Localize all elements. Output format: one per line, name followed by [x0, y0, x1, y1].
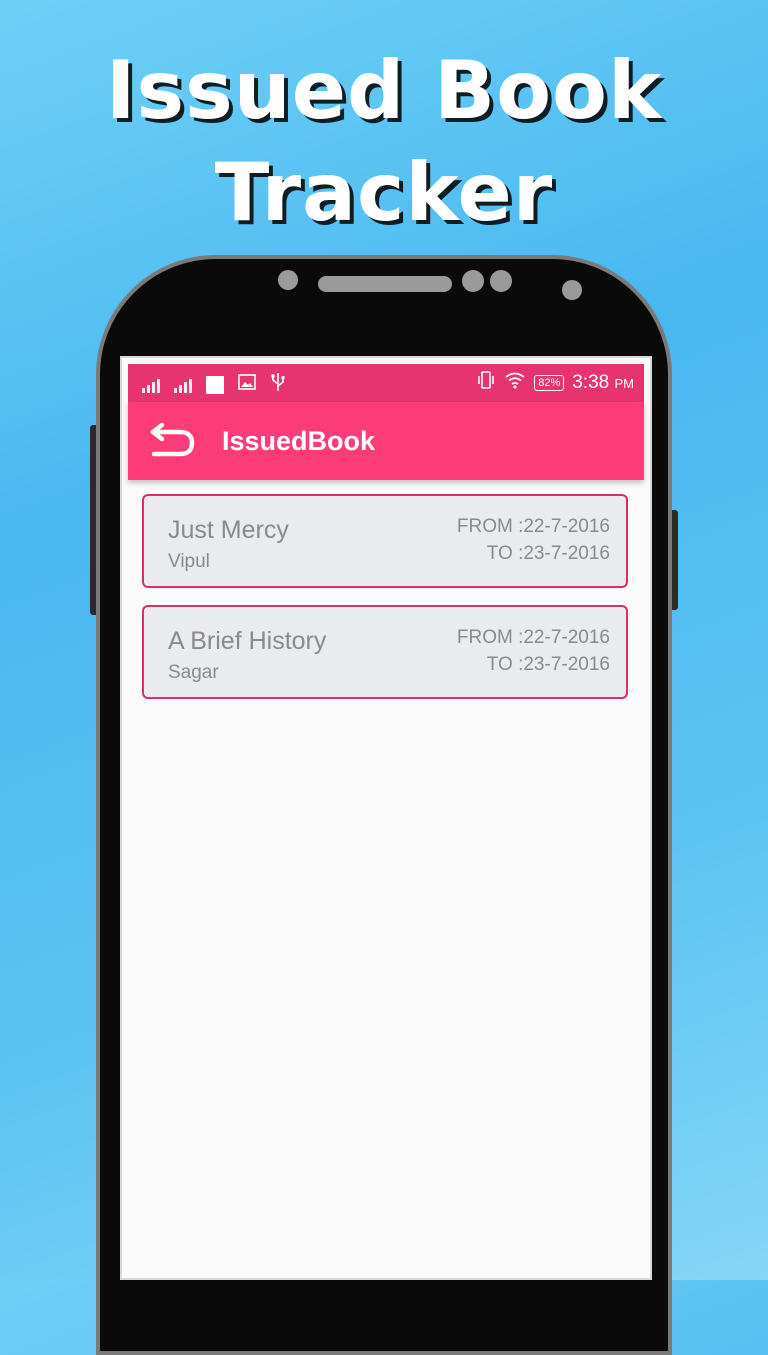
promo-title: Issued Book Tracker	[0, 40, 768, 244]
issued-book-list: Just Mercy Vipul FROM :22-7-2016 TO :23-…	[142, 494, 630, 716]
borrower-name: Sagar	[168, 662, 219, 683]
clock-time: 3:38	[572, 371, 610, 393]
issued-book-card[interactable]: A Brief History Sagar FROM :22-7-2016 TO…	[142, 605, 628, 699]
signal-icon	[174, 377, 192, 393]
book-title: Just Mercy	[168, 516, 289, 544]
phone-sensor-dot	[490, 270, 512, 292]
notification-square-icon	[206, 375, 224, 394]
status-clock: 3:38 PM	[572, 372, 634, 394]
borrower-name: Vipul	[168, 551, 210, 572]
phone-sensor-dot	[462, 270, 484, 292]
battery-icon: 82%	[534, 374, 565, 391]
app-bar: IssuedBook	[128, 402, 644, 480]
from-date: FROM :22-7-2016	[456, 516, 610, 537]
from-date: FROM :22-7-2016	[456, 627, 610, 648]
app-title: IssuedBook	[222, 426, 376, 456]
status-bar: 82% 3:38 PM	[128, 364, 644, 402]
phone-sensor-dot	[278, 270, 298, 290]
phone-screen: 82% 3:38 PM IssuedBook Just Mercy Vipul …	[120, 356, 652, 1280]
phone-speaker	[318, 276, 452, 292]
issued-book-card[interactable]: Just Mercy Vipul FROM :22-7-2016 TO :23-…	[142, 494, 628, 588]
to-date: TO :23-7-2016	[486, 654, 610, 675]
to-date: TO :23-7-2016	[486, 543, 610, 564]
wifi-icon	[504, 371, 526, 394]
book-title: A Brief History	[168, 627, 327, 655]
clock-ampm: PM	[614, 375, 635, 391]
image-icon	[238, 374, 256, 395]
usb-icon	[270, 372, 286, 397]
signal-icon	[142, 377, 160, 393]
phone-camera-dot	[562, 280, 582, 300]
back-arrow-icon	[150, 422, 195, 457]
vibrate-icon	[476, 370, 496, 395]
promo-title-line2: Tracker	[214, 146, 554, 239]
promo-title-line1: Issued Book	[105, 44, 663, 137]
back-button[interactable]	[142, 422, 198, 462]
